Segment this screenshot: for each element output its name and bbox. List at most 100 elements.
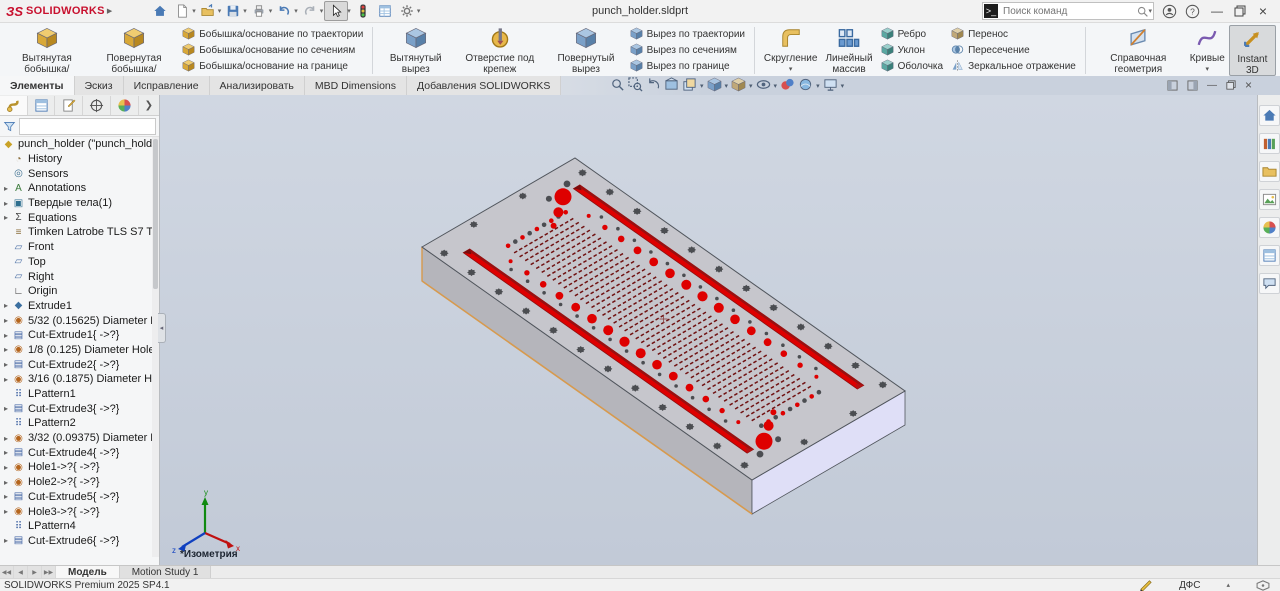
- expand-arrow-icon[interactable]: ▸: [0, 184, 12, 193]
- tree-item[interactable]: ▸ ◉ 5/32 (0.15625) Diameter Hole1->?: [0, 313, 152, 328]
- design-library-tab[interactable]: [1259, 133, 1280, 154]
- display-style-icon[interactable]: [731, 77, 746, 95]
- tree-item[interactable]: ∟ Origin: [0, 284, 152, 299]
- cut-loft-button[interactable]: Вырез по сечениям: [630, 43, 745, 58]
- fillet-button[interactable]: Скругление▾: [760, 25, 822, 76]
- tree-item[interactable]: ▸ ▤ Cut-Extrude1{ ->?}: [0, 328, 152, 343]
- print-dropdown-icon[interactable]: ▾: [269, 7, 273, 15]
- tab-добавления-solidworks[interactable]: Добавления SOLIDWORKS: [407, 76, 561, 95]
- save-button[interactable]: [222, 2, 244, 20]
- display-style-dropdown-icon[interactable]: ▾: [749, 82, 753, 90]
- minimize-button[interactable]: —: [1208, 4, 1226, 18]
- expand-arrow-icon[interactable]: ▸: [0, 478, 12, 487]
- previous-view-icon[interactable]: [646, 77, 661, 95]
- tree-scrollbar[interactable]: [152, 137, 159, 557]
- curves-button[interactable]: Кривые▾: [1186, 25, 1229, 76]
- tree-item[interactable]: ▸ ▤ Cut-Extrude2{ ->?}: [0, 357, 152, 372]
- displaymanager-tab[interactable]: [111, 96, 139, 115]
- cut-revolve-button[interactable]: Повернутый вырез: [546, 25, 625, 76]
- expand-arrow-icon[interactable]: ▸: [0, 507, 12, 516]
- rebuild-button[interactable]: [352, 2, 374, 20]
- undo-dropdown-icon[interactable]: ▾: [294, 7, 298, 15]
- expand-arrow-icon[interactable]: ▸: [0, 345, 12, 354]
- view-settings-dropdown-icon[interactable]: ▾: [841, 82, 845, 90]
- dimxpertmanager-tab[interactable]: [83, 96, 111, 115]
- zoom-area-icon[interactable]: [628, 77, 643, 95]
- tree-item[interactable]: ▸ ▣ Твердые тела(1): [0, 196, 152, 211]
- zoom-fit-icon[interactable]: [610, 77, 625, 95]
- tree-item[interactable]: ▸ ◉ 1/8 (0.125) Diameter Hole1->?{ ->: [0, 343, 152, 358]
- hide-show-items-icon[interactable]: [756, 77, 771, 95]
- filter-funnel-icon[interactable]: [3, 120, 16, 133]
- tree-item[interactable]: ⠿ LPattern2: [0, 416, 152, 431]
- new-document-button[interactable]: [171, 2, 193, 20]
- boss-revolve-button[interactable]: Повернутая бобышка/основание: [90, 25, 178, 76]
- tab-mbd-dimensions[interactable]: MBD Dimensions: [305, 76, 407, 95]
- boss-loft-button[interactable]: Бобышка/основание по сечениям: [182, 43, 363, 58]
- tree-item[interactable]: ▸ A Annotations: [0, 181, 152, 196]
- drawing-view-dropdown-icon[interactable]: ▾: [700, 82, 704, 90]
- collapse-right-icon[interactable]: [1187, 80, 1198, 91]
- select-button[interactable]: [324, 1, 348, 21]
- panel-collapse-handle[interactable]: ◂: [158, 313, 166, 343]
- expand-arrow-icon[interactable]: ▸: [0, 492, 12, 501]
- doc-close-button[interactable]: ×: [1245, 78, 1252, 92]
- tree-item[interactable]: ▱ Front: [0, 240, 152, 255]
- boss-extrude-button[interactable]: Вытянутая бобышка/основание: [4, 25, 90, 76]
- drawing-view-icon[interactable]: [682, 77, 697, 95]
- expand-arrow-icon[interactable]: ▸: [0, 375, 12, 384]
- configurationmanager-tab[interactable]: [55, 96, 83, 115]
- tab-элементы[interactable]: Элементы: [0, 76, 75, 95]
- shell-button[interactable]: Оболочка: [881, 59, 944, 74]
- resources-tab[interactable]: [1259, 105, 1280, 126]
- options-button[interactable]: [396, 2, 418, 20]
- expand-arrow-icon[interactable]: ▸: [0, 463, 12, 472]
- tree-item[interactable]: ▸ ◉ Hole3->?{ ->?}: [0, 504, 152, 519]
- account-icon[interactable]: [1162, 4, 1177, 19]
- tree-item[interactable]: ▱ Right: [0, 269, 152, 284]
- tree-root-item[interactable]: ◆ punch_holder ("punch_holder" Defau: [0, 137, 152, 152]
- tree-filter-input[interactable]: [19, 118, 156, 135]
- appearances-tab[interactable]: [1259, 217, 1280, 238]
- new-document-dropdown-icon[interactable]: ▾: [192, 7, 196, 15]
- search-input[interactable]: [1001, 5, 1136, 18]
- featuremanager-tab[interactable]: [0, 96, 28, 115]
- expand-arrow-icon[interactable]: ▸: [0, 360, 12, 369]
- command-search[interactable]: >_ ▾: [982, 2, 1154, 20]
- home-button[interactable]: [149, 2, 171, 20]
- tree-item[interactable]: ⠿ LPattern4: [0, 519, 152, 534]
- tree-item[interactable]: ▸ ▤ Cut-Extrude4{ ->?}: [0, 445, 152, 460]
- forum-tab[interactable]: [1259, 273, 1280, 294]
- tree-item[interactable]: ▸ ◉ Hole2->?{ ->?}: [0, 475, 152, 490]
- intersect-button[interactable]: Пересечение: [951, 43, 1076, 58]
- tree-item[interactable]: ▸ ◉ 3/16 (0.1875) Diameter Hole1->?{: [0, 372, 152, 387]
- file-explorer-tab[interactable]: [1259, 161, 1280, 182]
- redo-button[interactable]: [299, 2, 321, 20]
- section-view-icon[interactable]: [664, 77, 679, 95]
- boss-boundary-button[interactable]: Бобышка/основание на границе: [182, 59, 363, 74]
- search-dropdown-icon[interactable]: ▾: [1148, 7, 1152, 15]
- view-orientation-dropdown-icon[interactable]: ▾: [725, 82, 729, 90]
- view-settings-icon[interactable]: [823, 77, 838, 95]
- move-button[interactable]: Перенос: [951, 27, 1076, 42]
- view-palette-tab[interactable]: [1259, 189, 1280, 210]
- doc-minimize-button[interactable]: —: [1207, 80, 1217, 91]
- print-button[interactable]: [248, 2, 270, 20]
- help-icon[interactable]: ?: [1185, 4, 1200, 19]
- tree-item[interactable]: ◔ History: [0, 152, 152, 167]
- tree-item[interactable]: ▸ Σ Equations: [0, 210, 152, 225]
- apply-scene-icon[interactable]: [798, 77, 813, 95]
- tree-item[interactable]: ▸ ◆ Extrude1: [0, 299, 152, 314]
- expand-arrow-icon[interactable]: ▸: [0, 316, 12, 325]
- edit-appearance-icon[interactable]: [780, 77, 795, 95]
- cut-sweep-button[interactable]: Вырез по траектории: [630, 27, 745, 42]
- expand-arrow-icon[interactable]: ▸: [0, 404, 12, 413]
- tree-item[interactable]: ▸ ▤ Cut-Extrude3{ ->?}: [0, 401, 152, 416]
- expand-arrow-icon[interactable]: ▸: [0, 331, 12, 340]
- collapse-left-icon[interactable]: [1167, 80, 1178, 91]
- expand-arrow-icon[interactable]: ▸: [0, 213, 12, 222]
- expand-arrow-icon[interactable]: ▸: [0, 434, 12, 443]
- punch-holder-model[interactable]: yxz: [160, 95, 1256, 565]
- expand-arrow-icon[interactable]: ▸: [0, 301, 12, 310]
- tab-эскиз[interactable]: Эскиз: [75, 76, 124, 95]
